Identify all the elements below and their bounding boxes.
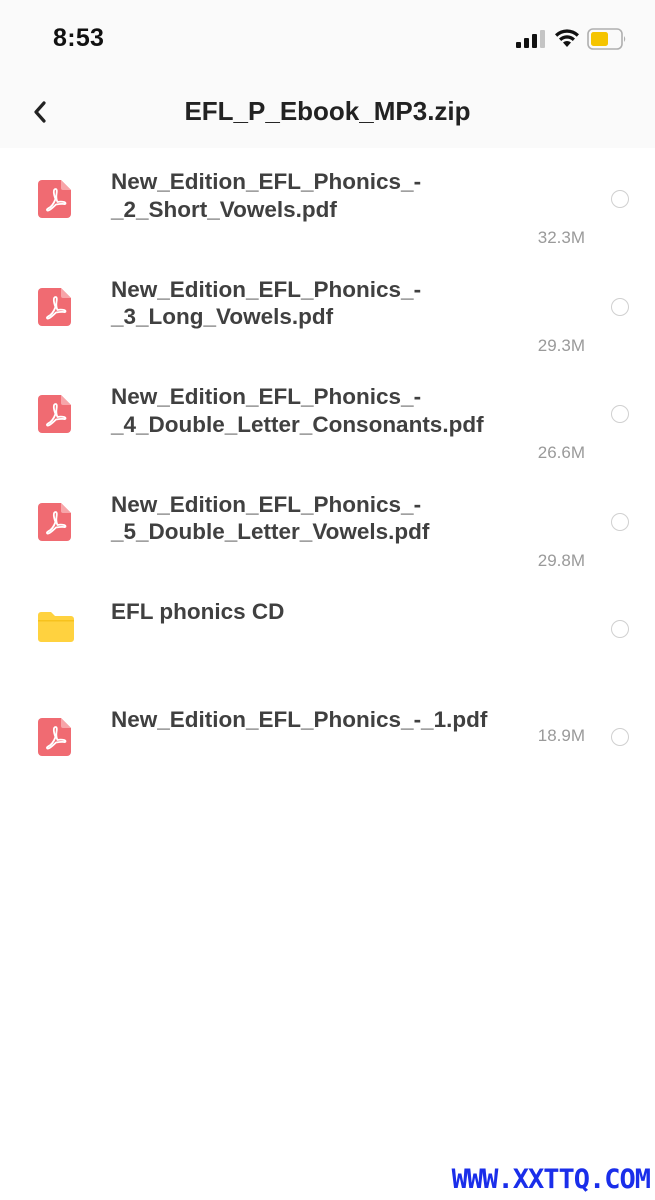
page-title: EFL_P_Ebook_MP3.zip — [184, 96, 471, 126]
file-size: 26.6M — [537, 443, 585, 462]
file-row[interactable]: New_Edition_EFL_Phonics_-_1.pdf 18.9M — [0, 686, 655, 794]
file-row[interactable]: New_Edition_EFL_Phonics_- _2_Short_Vowel… — [0, 148, 655, 256]
file-size: 32.3M — [537, 228, 585, 247]
pdf-file-icon — [38, 502, 71, 541]
file-name: New_Edition_EFL_Phonics_- _2_Short_Vowel… — [111, 168, 531, 223]
file-name: New_Edition_EFL_Phonics_-_1.pdf — [111, 706, 531, 734]
file-name: New_Edition_EFL_Phonics_- _4_Double_Lett… — [111, 383, 531, 438]
file-name: New_Edition_EFL_Phonics_- _3_Long_Vowels… — [111, 276, 531, 331]
file-size: 29.3M — [537, 335, 585, 355]
wifi-icon — [555, 29, 579, 47]
file-name: New_Edition_EFL_Phonics_- _5_Double_Lett… — [111, 491, 531, 546]
file-name-line: EFL phonics CD — [111, 599, 285, 624]
file-size: 29.8M — [537, 550, 585, 570]
file-name: EFL phonics CD — [111, 598, 531, 626]
file-name-line: _3_Long_Vowels.pdf — [111, 304, 334, 329]
select-radio[interactable] — [611, 512, 629, 531]
nav-bar: EFL_P_Ebook_MP3.zip — [0, 78, 655, 148]
file-name-line: New_Edition_EFL_Phonics_- — [111, 169, 422, 194]
file-name-line: _4_Double_Letter_Consonants.pdf — [111, 411, 484, 437]
signal-icon — [516, 30, 545, 48]
watermark: WWW.XXTTQ.COM — [451, 1164, 651, 1195]
file-name-line: _5_Double_Letter_Vowels.pdf — [111, 519, 430, 544]
file-name-line: _2_Short_Vowels.pdf — [111, 196, 337, 222]
pdf-file-icon — [38, 395, 71, 433]
folder-row[interactable]: EFL phonics CD — [0, 578, 655, 686]
select-radio[interactable] — [611, 405, 629, 423]
battery-icon — [587, 28, 626, 50]
select-radio[interactable] — [611, 297, 629, 316]
select-radio[interactable] — [611, 190, 629, 208]
file-name-line: New_Edition_EFL_Phonics_- — [111, 276, 422, 302]
pdf-file-icon — [38, 717, 71, 756]
select-radio[interactable] — [611, 727, 629, 746]
file-row[interactable]: New_Edition_EFL_Phonics_- _4_Double_Lett… — [0, 363, 655, 471]
file-name-line: New_Edition_EFL_Phonics_-_1.pdf — [111, 706, 488, 732]
file-row[interactable]: New_Edition_EFL_Phonics_- _5_Double_Lett… — [0, 471, 655, 579]
file-name-line: New_Edition_EFL_Phonics_- — [111, 384, 422, 409]
status-bar: 8:53 — [0, 0, 655, 78]
status-time: 8:53 — [53, 24, 105, 52]
pdf-file-icon — [38, 180, 71, 218]
select-radio[interactable] — [611, 620, 629, 638]
file-name-line: New_Edition_EFL_Phonics_- — [111, 491, 422, 517]
folder-icon — [38, 612, 74, 642]
file-list: New_Edition_EFL_Phonics_- _2_Short_Vowel… — [0, 148, 655, 793]
pdf-file-icon — [38, 287, 71, 326]
file-size: 18.9M — [537, 725, 585, 745]
file-row[interactable]: New_Edition_EFL_Phonics_- _3_Long_Vowels… — [0, 256, 655, 364]
